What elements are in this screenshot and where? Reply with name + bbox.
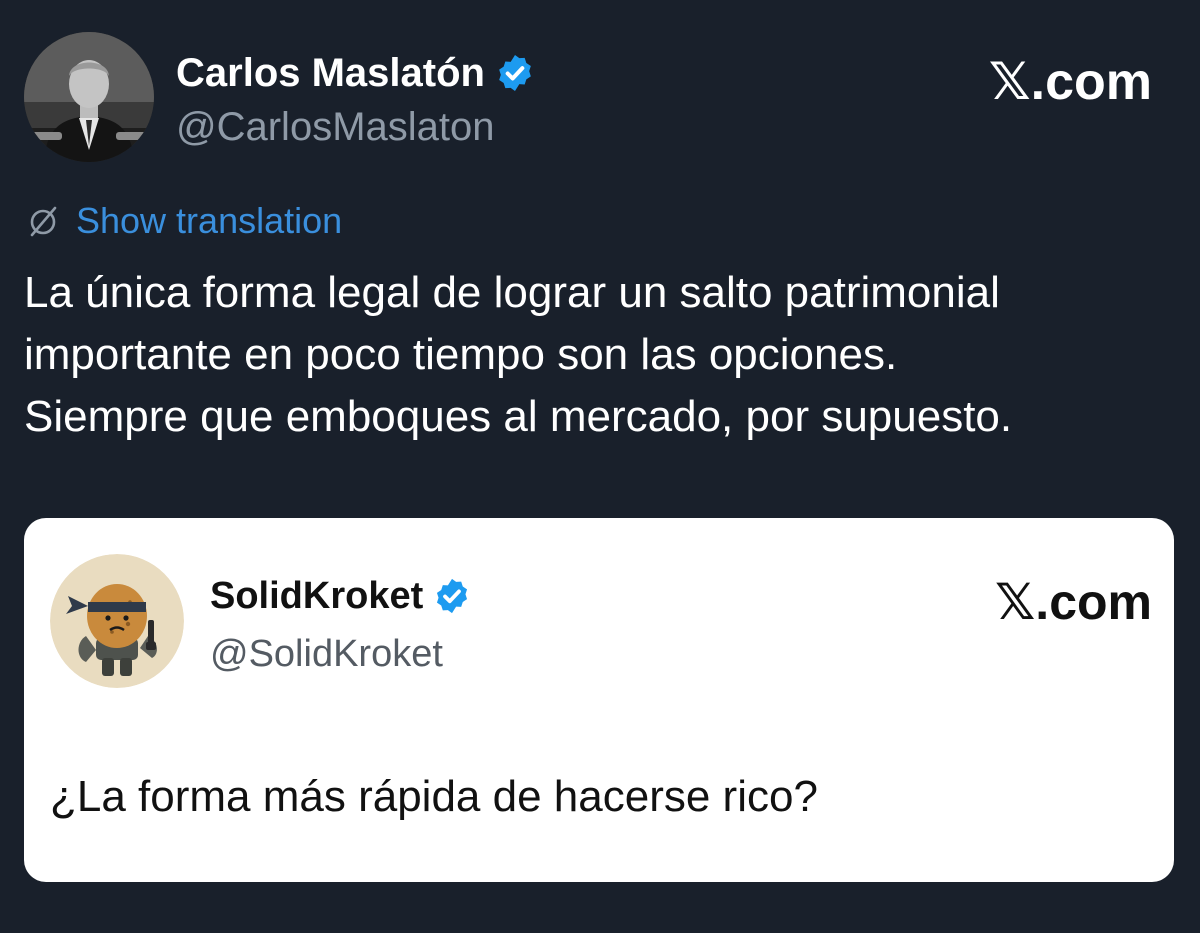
handle[interactable]: @CarlosMaslaton: [176, 104, 495, 150]
tweet-text-line: Siempre que emboques al mercado, por sup…: [24, 392, 1013, 441]
display-name[interactable]: Carlos Maslatón: [176, 50, 485, 96]
quoted-tweet-card[interactable]: SolidKroket @SolidKroket 𝕏.com ¿La forma…: [24, 518, 1174, 882]
tweet-text-line: importante en poco tiempo son las opcion…: [24, 330, 898, 379]
display-name-row: Carlos Maslatón: [176, 50, 535, 96]
quote-handle[interactable]: @SolidKroket: [210, 632, 443, 676]
avatar[interactable]: [24, 32, 154, 162]
person-photo-avatar-icon: [24, 32, 154, 162]
tweet-header: Carlos Maslatón @CarlosMaslaton 𝕏.com: [24, 32, 1176, 164]
tweet-text: La única forma legal de lograr un salto …: [24, 262, 1174, 448]
quote-avatar[interactable]: [50, 554, 184, 688]
quote-site-label: 𝕏.com: [995, 574, 1152, 630]
quote-display-name-row: SolidKroket: [210, 574, 471, 618]
site-label: 𝕏.com: [988, 53, 1152, 111]
quote-text: ¿La forma más rápida de hacerse rico?: [50, 772, 818, 821]
quote-display-name[interactable]: SolidKroket: [210, 574, 423, 618]
verified-badge-icon: [499, 55, 531, 91]
show-translation-link[interactable]: Show translation: [24, 200, 342, 242]
show-translation-label[interactable]: Show translation: [76, 200, 342, 242]
tweet-text-line: La única forma legal de lograr un salto …: [24, 268, 1000, 317]
globe-slash-icon: [30, 206, 57, 237]
croquette-soldier-avatar-icon: [50, 554, 184, 688]
verified-badge-icon: [437, 578, 468, 614]
